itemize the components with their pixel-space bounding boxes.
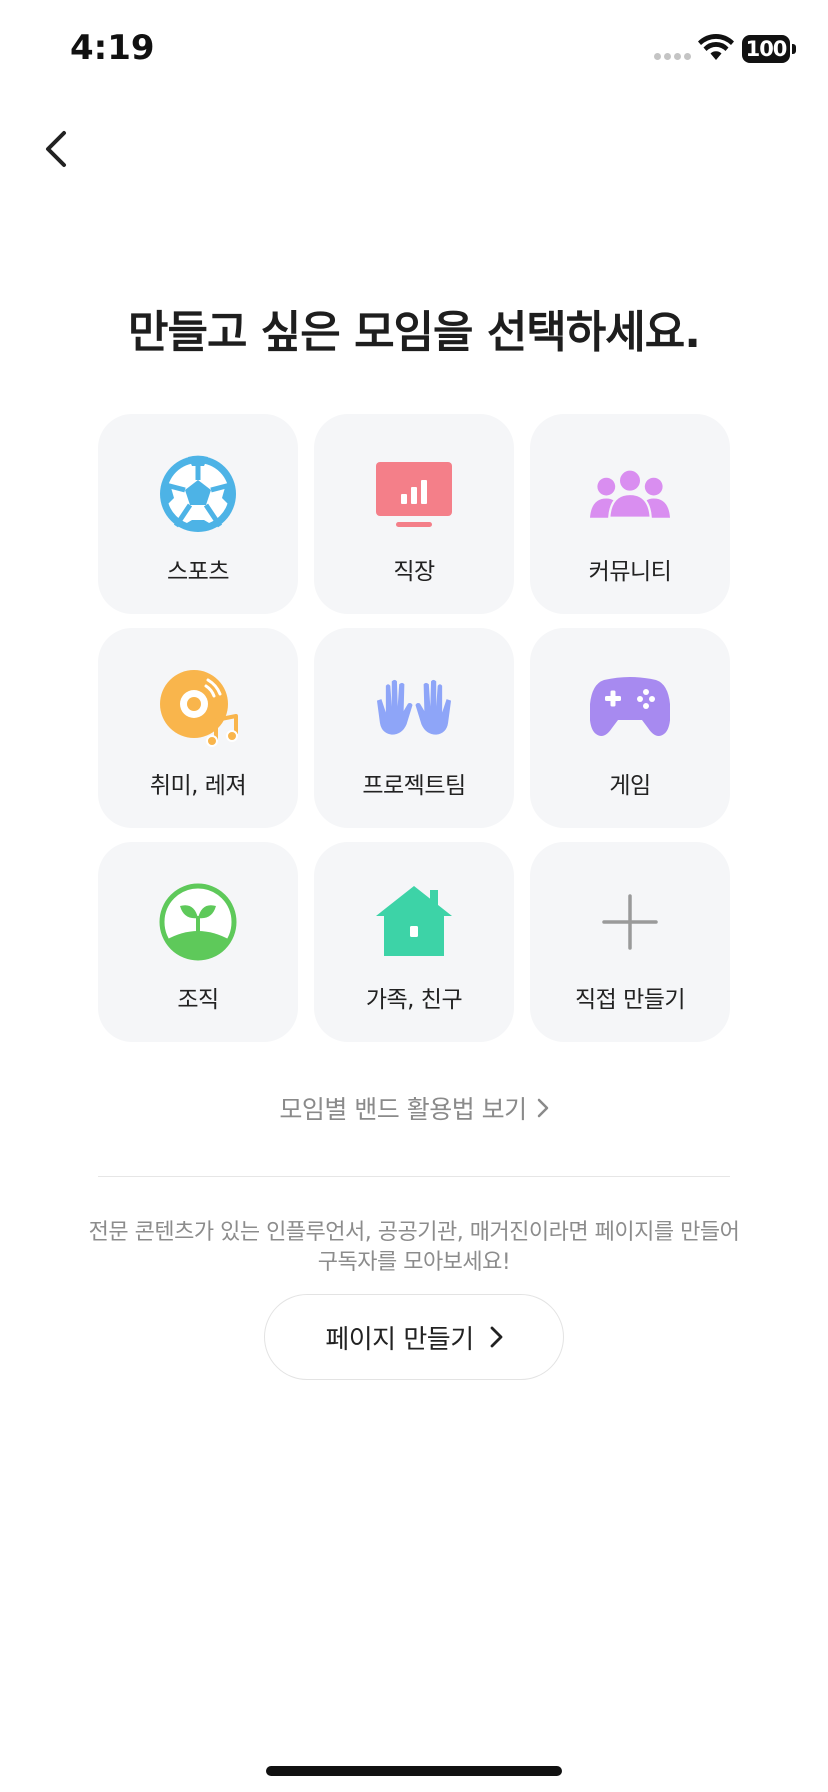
raised-hands-icon — [374, 668, 454, 748]
chevron-right-icon — [537, 1098, 548, 1118]
category-label: 취미, 레져 — [149, 773, 247, 799]
gamepad-icon — [590, 668, 670, 748]
page-description: 전문 콘텐츠가 있는 인플루언서, 공공기관, 매거진이라면 페이지를 만들어 … — [40, 1218, 788, 1278]
category-label: 직접 만들기 — [574, 987, 686, 1013]
wifi-icon — [698, 34, 734, 60]
category-hobby[interactable]: 취미, 레져 — [98, 628, 298, 828]
battery-level: 100 — [742, 35, 790, 63]
category-family-friends[interactable]: 가족, 친구 — [314, 842, 514, 1042]
category-label: 조직 — [177, 987, 219, 1013]
signal-dots-icon — [654, 53, 691, 60]
category-label: 가족, 친구 — [365, 987, 463, 1013]
category-label: 게임 — [609, 773, 651, 799]
status-time: 4:19 — [70, 28, 155, 68]
chevron-right-icon — [490, 1326, 503, 1348]
category-organization[interactable]: 조직 — [98, 842, 298, 1042]
category-sports[interactable]: 스포츠 — [98, 414, 298, 614]
category-label: 프로젝트팀 — [362, 773, 466, 799]
page-description-line: 전문 콘텐츠가 있는 인플루언서, 공공기관, 매거진이라면 페이지를 만들어 — [88, 1220, 740, 1245]
create-group-screen: 4:19 100 만들고 싶은 모임을 선택하세요. 스포츠 직장 커뮤니티 취… — [0, 0, 828, 1792]
chevron-left-icon — [46, 131, 66, 167]
page-description-line: 구독자를 모아보세요! — [317, 1250, 511, 1275]
plus-icon — [590, 882, 670, 962]
create-page-label: 페이지 만들기 — [325, 1324, 474, 1355]
soccer-ball-icon — [158, 454, 238, 534]
battery-icon: 100 — [742, 35, 796, 63]
category-label: 직장 — [393, 559, 435, 585]
page-title: 만들고 싶은 모임을 선택하세요. — [128, 307, 701, 358]
status-bar: 4:19 100 — [0, 0, 828, 100]
create-page-button[interactable]: 페이지 만들기 — [264, 1294, 564, 1380]
category-work[interactable]: 직장 — [314, 414, 514, 614]
back-button[interactable] — [34, 124, 78, 174]
people-group-icon — [590, 454, 670, 534]
home-indicator[interactable] — [266, 1766, 562, 1776]
category-grid: 스포츠 직장 커뮤니티 취미, 레져 프로젝트팀 게임 조직 가족, 친구 직접… — [98, 414, 730, 1042]
category-label: 스포츠 — [167, 559, 229, 585]
category-game[interactable]: 게임 — [530, 628, 730, 828]
category-community[interactable]: 커뮤니티 — [530, 414, 730, 614]
guide-link-label: 모임별 밴드 활용법 보기 — [279, 1095, 527, 1124]
music-disc-icon — [158, 668, 238, 748]
presentation-chart-icon — [374, 454, 454, 534]
house-icon — [374, 882, 454, 962]
sprout-icon — [158, 882, 238, 962]
section-divider — [98, 1176, 730, 1177]
category-project-team[interactable]: 프로젝트팀 — [314, 628, 514, 828]
band-guide-link[interactable]: 모임별 밴드 활용법 보기 — [0, 1090, 828, 1126]
category-label: 커뮤니티 — [588, 559, 672, 585]
category-custom[interactable]: 직접 만들기 — [530, 842, 730, 1042]
